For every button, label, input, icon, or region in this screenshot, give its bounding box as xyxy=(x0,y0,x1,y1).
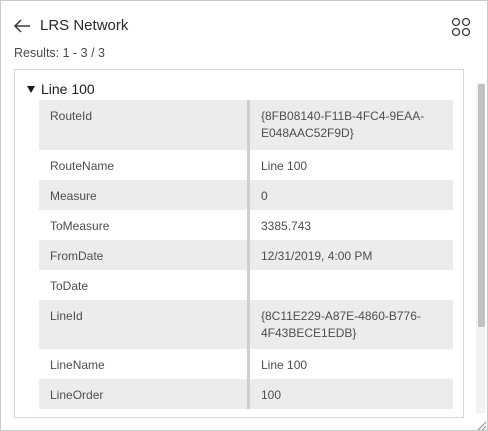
attribute-row-fromdate: FromDate 12/31/2019, 4:00 PM xyxy=(39,240,453,270)
feature-toggle[interactable]: Line 100 xyxy=(27,80,95,98)
attribute-name: LineOrder xyxy=(50,388,104,402)
grid-view-button[interactable] xyxy=(451,17,471,37)
attribute-row-lineid: LineId {8C11E229-A87E-4860-B776-4F43BECE… xyxy=(39,300,453,349)
resize-grip[interactable] xyxy=(475,418,487,431)
arrow-left-icon xyxy=(13,19,30,33)
grid-view-icon xyxy=(451,17,471,37)
panel-header: LRS Network xyxy=(1,1,487,41)
attribute-value: 100 xyxy=(247,379,453,409)
attribute-name: ToDate xyxy=(50,279,89,293)
attribute-row-routename: RouteName Line 100 xyxy=(39,150,453,180)
attribute-name: ToMeasure xyxy=(50,219,110,233)
attribute-value: {8C11E229-A87E-4860-B776-4F43BECE1EDB} xyxy=(247,300,453,349)
attribute-value: Line 100 xyxy=(247,150,453,180)
caret-down-icon xyxy=(27,85,35,93)
lrs-network-panel: LRS Network Results: 1 - 3 / 3 Line 100 … xyxy=(0,0,488,431)
results-count: Results: 1 - 3 / 3 xyxy=(14,46,106,60)
attribute-name: Measure xyxy=(50,189,97,203)
attribute-table: RouteId {8FB08140-F11B-4FC4-9EAA-E048AAC… xyxy=(39,100,453,409)
back-button[interactable] xyxy=(13,18,31,34)
attribute-value: {8FB08140-F11B-4FC4-9EAA-E048AAC52F9D} xyxy=(247,100,453,150)
attribute-row-todate: ToDate xyxy=(39,270,453,300)
resize-grip-icon xyxy=(477,421,487,431)
attribute-row-measure: Measure 0 xyxy=(39,180,453,210)
attribute-value: 3385.743 xyxy=(247,210,453,240)
attribute-name: RouteId xyxy=(50,109,93,123)
attribute-name: LineId xyxy=(50,309,83,323)
attribute-row-tomeasure: ToMeasure 3385.743 xyxy=(39,210,453,240)
attribute-row-linename: LineName Line 100 xyxy=(39,349,453,379)
attribute-value: 12/31/2019, 4:00 PM xyxy=(247,240,453,270)
panel-title: LRS Network xyxy=(40,17,129,34)
scrollbar-thumb[interactable] xyxy=(478,84,485,327)
feature-title: Line 100 xyxy=(41,81,95,97)
attribute-value xyxy=(247,270,453,300)
attribute-value: Line 100 xyxy=(247,349,453,379)
attribute-row-lineorder: LineOrder 100 xyxy=(39,379,453,409)
attribute-value: 0 xyxy=(247,180,453,210)
attribute-name: FromDate xyxy=(50,249,104,263)
attribute-row-routeid: RouteId {8FB08140-F11B-4FC4-9EAA-E048AAC… xyxy=(39,100,453,150)
attribute-name: RouteName xyxy=(50,159,115,173)
results-list: Line 100 RouteId {8FB08140-F11B-4FC4-9EA… xyxy=(14,69,464,418)
attribute-name: LineName xyxy=(50,358,105,372)
